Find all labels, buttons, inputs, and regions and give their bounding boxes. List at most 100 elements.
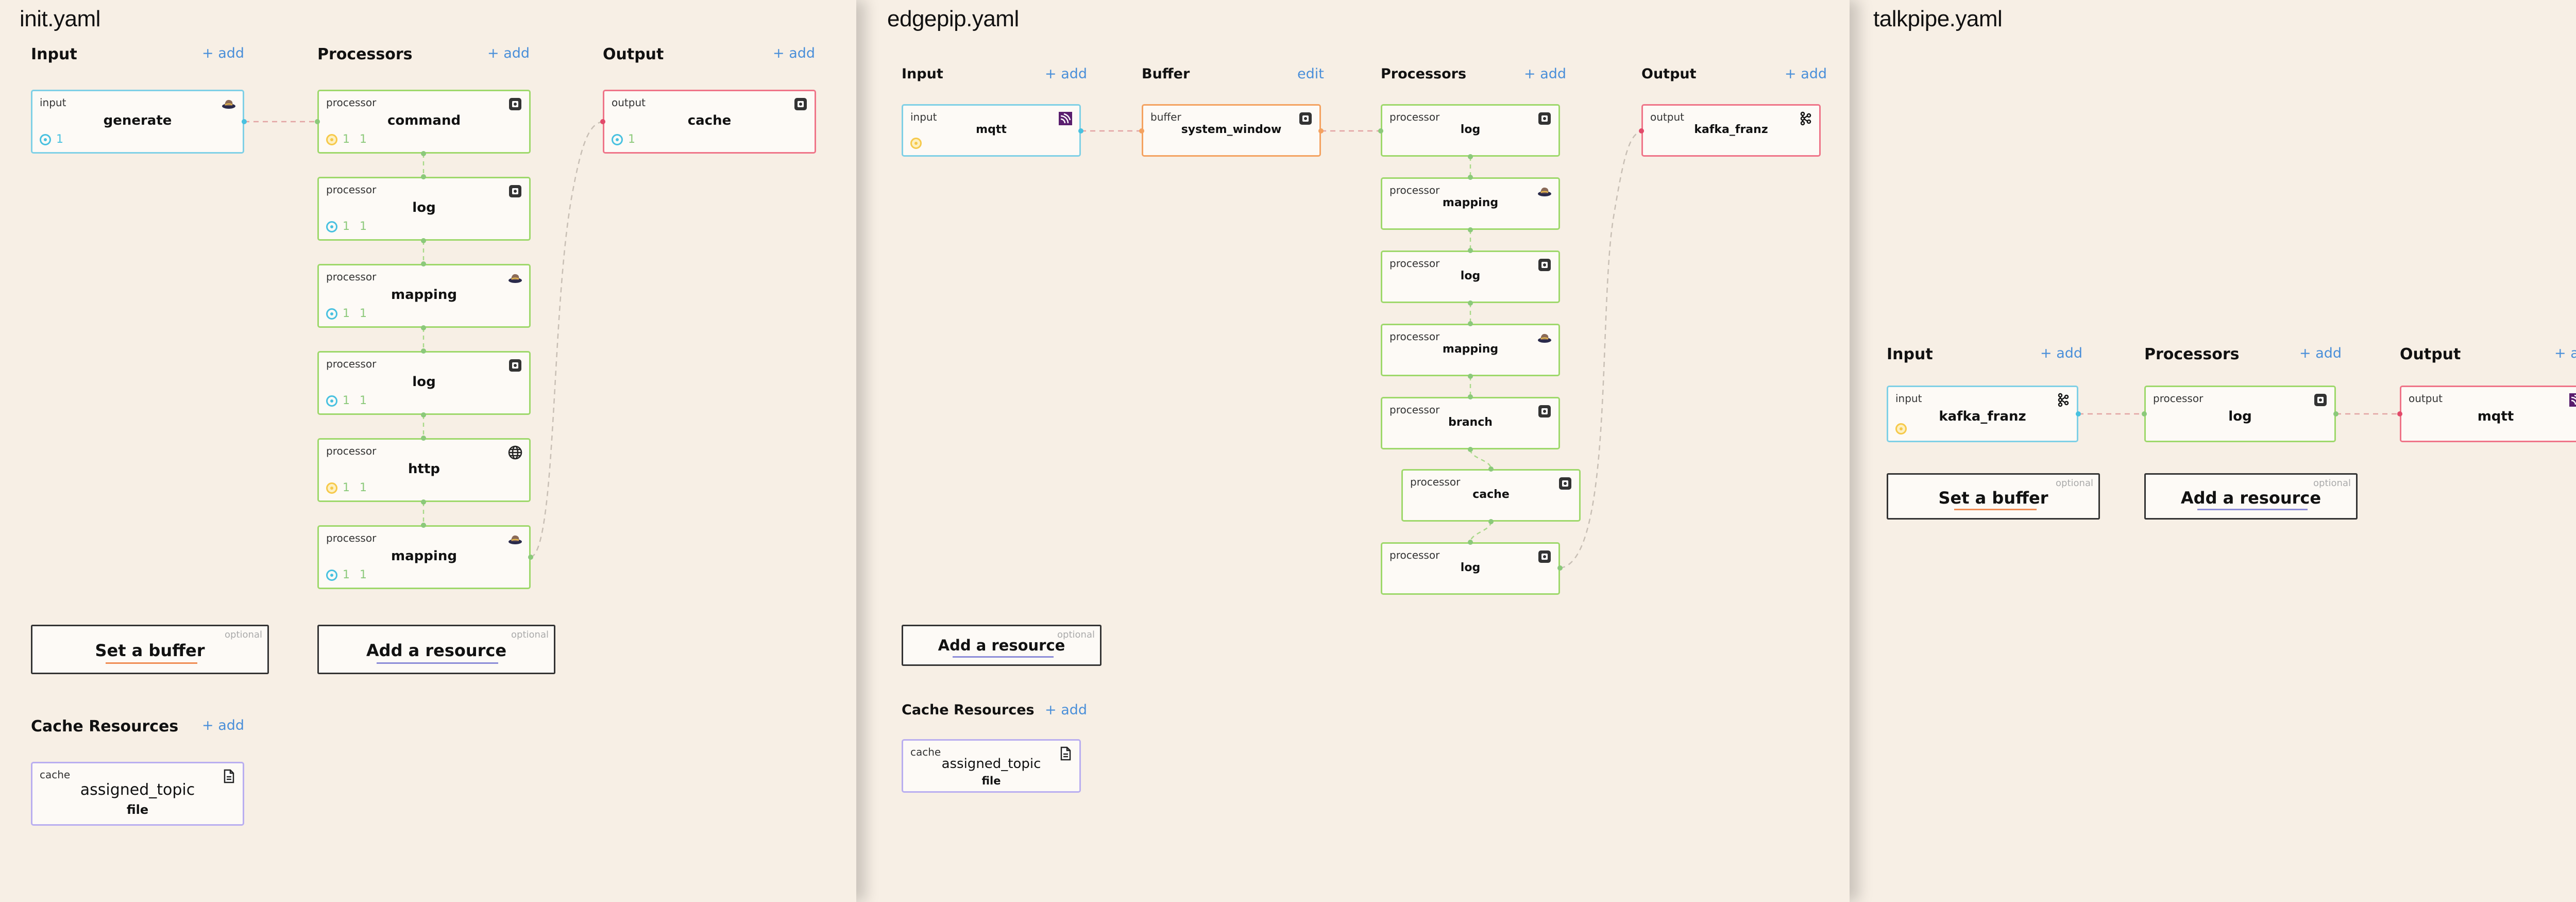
cache-resource-card[interactable]: cache assigned_topic file bbox=[902, 739, 1081, 793]
kafka-icon bbox=[2058, 393, 2069, 407]
output-card-cache[interactable]: output cache 1 bbox=[603, 90, 816, 154]
bloblang-hat-icon bbox=[222, 99, 235, 109]
box-icon bbox=[1538, 405, 1551, 417]
processor-card-mapping[interactable]: processor mapping 1 1 bbox=[317, 264, 531, 328]
processors-heading: Processors bbox=[317, 45, 413, 63]
add-resource-button[interactable]: optional Add a resource bbox=[317, 625, 555, 674]
card-status: 1 1 bbox=[326, 220, 370, 233]
card-kind: output bbox=[612, 96, 646, 109]
buffer-heading: Buffer bbox=[1142, 66, 1190, 82]
input-card-kafka-franz[interactable]: input kafka_franz bbox=[1887, 386, 2078, 442]
status-count: 1 bbox=[628, 133, 638, 146]
processor-card-log[interactable]: processor log 1 1 bbox=[317, 351, 531, 415]
card-status: 1 1 bbox=[326, 481, 370, 494]
mqtt-icon bbox=[1059, 112, 1072, 125]
processor-card-log[interactable]: processor log bbox=[1381, 250, 1560, 303]
card-status: 1 1 bbox=[326, 307, 370, 320]
card-name: kafka_franz bbox=[1939, 409, 2026, 424]
card-kind: processor bbox=[1389, 257, 1440, 270]
card-name: log bbox=[412, 200, 436, 215]
underline bbox=[953, 656, 1054, 658]
panel-title: init.yaml bbox=[20, 6, 100, 31]
input-card-mqtt[interactable]: input mqtt bbox=[902, 104, 1081, 157]
card-kind: processor bbox=[1389, 330, 1440, 343]
processor-card-http[interactable]: processor http 1 1 bbox=[317, 438, 531, 502]
card-name: command bbox=[387, 113, 461, 128]
panel-init: init.yaml Input + add Processors + add O… bbox=[0, 0, 856, 902]
card-status bbox=[1895, 423, 1907, 435]
card-name: log bbox=[1460, 270, 1481, 282]
processor-card-mapping[interactable]: processor mapping 1 1 bbox=[317, 525, 531, 589]
optional-tag: optional bbox=[225, 629, 262, 640]
card-kind: output bbox=[2409, 392, 2443, 405]
card-name: system_window bbox=[1181, 123, 1282, 136]
processor-card-log[interactable]: processor log bbox=[2144, 386, 2336, 442]
processor-card-command[interactable]: processor command 1 1 bbox=[317, 90, 531, 154]
processor-card-log[interactable]: processor log bbox=[1381, 542, 1560, 595]
add-processor-link[interactable]: + add bbox=[2299, 345, 2342, 361]
file-icon bbox=[224, 769, 234, 783]
set-buffer-button[interactable]: optional Set a buffer bbox=[1887, 473, 2100, 520]
card-name: mapping bbox=[391, 287, 457, 303]
add-input-link[interactable]: + add bbox=[202, 45, 244, 61]
processor-card-mapping[interactable]: processor mapping bbox=[1381, 324, 1560, 376]
box-icon bbox=[1559, 477, 1571, 490]
cache-resources-heading: Cache Resources bbox=[902, 702, 1035, 718]
add-output-link[interactable]: + add bbox=[1785, 66, 1827, 82]
card-name: mapping bbox=[1442, 343, 1499, 356]
buffer-card-system-window[interactable]: buffer system_window bbox=[1142, 104, 1321, 157]
card-name: mqtt bbox=[976, 123, 1007, 136]
edit-buffer-link[interactable]: edit bbox=[1297, 66, 1324, 82]
add-output-link[interactable]: + add bbox=[773, 45, 815, 61]
add-output-link[interactable]: + add bbox=[2554, 345, 2576, 361]
panel-talkpipe: talkpipe.yaml Input + add Processors + a… bbox=[1850, 0, 2576, 902]
box-icon bbox=[1538, 112, 1551, 125]
status-count: 1 bbox=[56, 133, 66, 146]
status-icon bbox=[1895, 423, 1907, 435]
processor-card-log[interactable]: processor log 1 1 bbox=[317, 177, 531, 241]
card-kind: processor bbox=[326, 96, 377, 109]
output-card-mqtt[interactable]: output mqtt bbox=[2400, 386, 2576, 442]
card-kind: input bbox=[910, 111, 937, 123]
input-heading: Input bbox=[31, 45, 77, 63]
panel-edgepip: edgepip.yaml Input + add Buffer edit Pro… bbox=[856, 0, 1850, 902]
add-input-link[interactable]: + add bbox=[2040, 345, 2082, 361]
processor-card-branch[interactable]: processor branch bbox=[1381, 397, 1560, 449]
add-resource-button[interactable]: optional Add a resource bbox=[902, 625, 1101, 666]
add-processor-link[interactable]: + add bbox=[487, 45, 530, 61]
add-cache-resource-link[interactable]: + add bbox=[202, 717, 244, 733]
card-kind: processor bbox=[326, 271, 377, 283]
add-cache-resource-link[interactable]: + add bbox=[1045, 702, 1087, 718]
card-name: log bbox=[1460, 123, 1481, 136]
add-input-link[interactable]: + add bbox=[1045, 66, 1087, 82]
card-kind: processor bbox=[1410, 476, 1461, 488]
card-name: mqtt bbox=[2477, 409, 2514, 424]
button-label: Add a resource bbox=[2180, 488, 2321, 508]
card-status bbox=[910, 138, 922, 149]
bloblang-hat-icon bbox=[509, 535, 522, 544]
add-processor-link[interactable]: + add bbox=[1524, 66, 1566, 82]
panel-title: edgepip.yaml bbox=[887, 6, 1019, 31]
status-icon bbox=[326, 133, 337, 145]
output-card-kafka-franz[interactable]: output kafka_franz bbox=[1641, 104, 1821, 157]
processor-card-cache[interactable]: processor cache bbox=[1401, 469, 1581, 522]
box-icon bbox=[2314, 394, 2327, 406]
card-name: http bbox=[408, 461, 440, 477]
cache-resource-card[interactable]: cache assigned_topic file bbox=[31, 762, 244, 826]
add-resource-button[interactable]: optional Add a resource bbox=[2144, 473, 2358, 520]
status-icon bbox=[612, 133, 623, 145]
input-heading: Input bbox=[1887, 345, 1933, 363]
set-buffer-button[interactable]: optional Set a buffer bbox=[31, 625, 269, 674]
processor-card-log[interactable]: processor log bbox=[1381, 104, 1560, 157]
panel-title: talkpipe.yaml bbox=[1873, 6, 2003, 31]
processor-card-mapping[interactable]: processor mapping bbox=[1381, 177, 1560, 230]
card-status: 1 1 bbox=[326, 133, 370, 146]
card-kind: processor bbox=[1389, 404, 1440, 416]
input-card-generate[interactable]: input generate 1 bbox=[31, 90, 244, 154]
output-heading: Output bbox=[2400, 345, 2461, 363]
status-count: 1 1 bbox=[343, 307, 370, 320]
card-kind: processor bbox=[1389, 184, 1440, 196]
status-icon bbox=[326, 308, 337, 320]
status-icon bbox=[326, 395, 337, 407]
cache-name: assigned_topic bbox=[941, 756, 1041, 772]
